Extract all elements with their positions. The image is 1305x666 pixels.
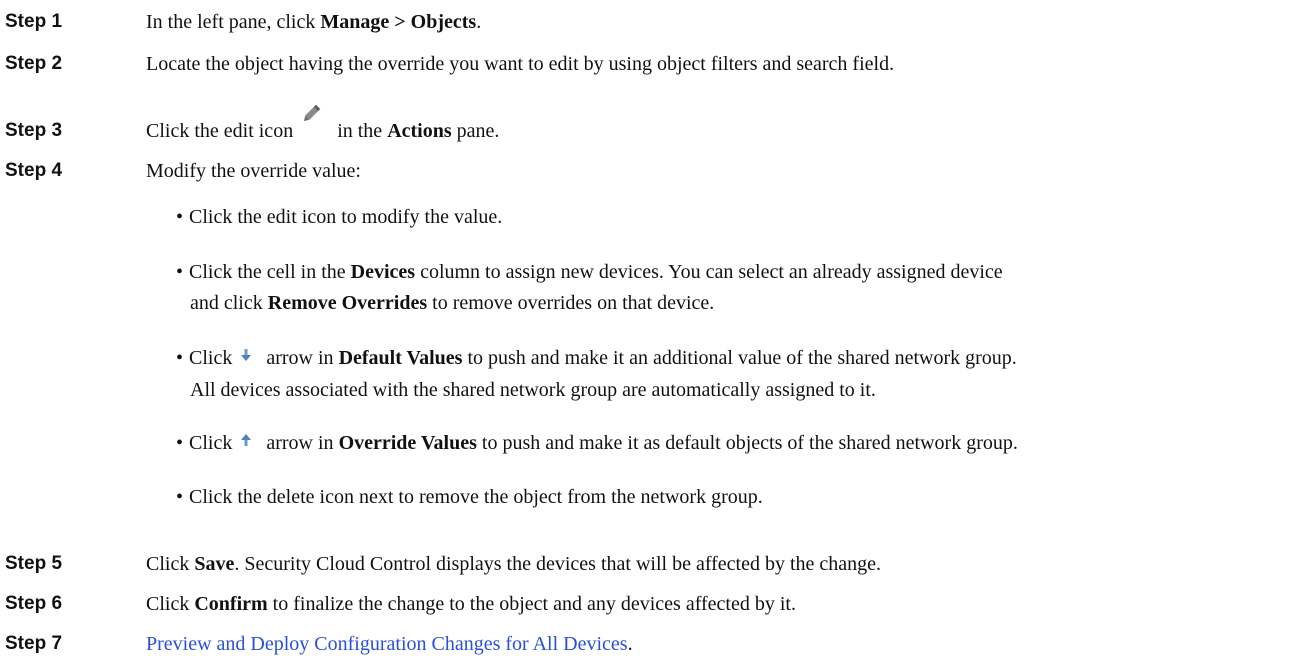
pencil-edit-icon xyxy=(300,103,322,133)
override-values-label: Override Values xyxy=(338,432,477,454)
arrow-down-icon xyxy=(239,340,253,373)
remove-overrides-label: Remove Overrides xyxy=(267,292,428,314)
step-3-text: Click the edit icon in the Actions pane. xyxy=(146,105,500,147)
step-1-label: Step 1 xyxy=(5,11,63,32)
bullet-2-text-c: and click xyxy=(190,292,268,314)
bullet-4-text-a: Click xyxy=(189,432,238,454)
step-4-text: Modify the override value: xyxy=(146,160,361,182)
bullet-2-text-a: Click the cell in the xyxy=(189,261,351,283)
bullet-3-text-c: to push and make it an additional value … xyxy=(462,347,1017,369)
bullet-5-text: Click the delete icon next to remove the… xyxy=(189,486,763,508)
bullet-push-default: • Click arrow in Default Values to push a… xyxy=(176,342,1017,376)
step-5-text-b: . Security Cloud Control displays the de… xyxy=(234,553,882,575)
step-1-text-a: In the left pane, click xyxy=(146,11,321,33)
bullet-1-text: Click the edit icon to modify the value. xyxy=(189,206,503,228)
actions-pane-label: Actions xyxy=(387,120,452,142)
step-3-text-a: Click the edit icon xyxy=(146,120,299,142)
step-2-label: Step 2 xyxy=(5,53,63,74)
step-6-label: Step 6 xyxy=(5,593,63,614)
default-values-label: Default Values xyxy=(338,347,463,369)
step-1-text-b: . xyxy=(476,11,482,33)
bullet-dot: • xyxy=(176,432,184,454)
step-3-text-b: in the xyxy=(332,120,388,142)
manage-objects-menu-path: Manage > Objects xyxy=(320,11,477,33)
step-5-text: Click Save. Security Cloud Control displ… xyxy=(146,550,881,578)
bullet-edit-value: • Click the edit icon to modify the value… xyxy=(176,201,502,234)
step-7-label: Step 7 xyxy=(5,633,63,654)
bullet-dot: • xyxy=(176,261,184,283)
step-3-text-c: pane. xyxy=(451,120,500,142)
step-6-text-b: to finalize the change to the object and… xyxy=(267,593,796,615)
confirm-label: Confirm xyxy=(194,593,268,615)
bullet-push-override: • Click arrow in Override Values to push … xyxy=(176,427,1018,461)
step-5-text-a: Click xyxy=(146,553,195,575)
preview-deploy-link[interactable]: Preview and Deploy Configuration Changes… xyxy=(146,633,628,655)
step-2-text: Locate the object having the override yo… xyxy=(146,53,895,75)
bullet-4-text-c: to push and make it as default objects o… xyxy=(476,432,1018,454)
bullet-dot: • xyxy=(176,486,184,508)
step-5-label: Step 5 xyxy=(5,553,63,574)
bullet-dot: • xyxy=(176,347,184,369)
step-3-label: Step 3 xyxy=(5,120,63,141)
bullet-2-text-d: to remove overrides on that device. xyxy=(427,292,715,314)
arrow-up-icon xyxy=(239,425,253,458)
bullet-dot: • xyxy=(176,206,184,228)
bullet-3-text-a: Click xyxy=(189,347,238,369)
bullet-4-text-b: arrow in xyxy=(261,432,339,454)
devices-column-label: Devices xyxy=(350,261,416,283)
bullet-2-text-b: column to assign new devices. You can se… xyxy=(415,261,1003,283)
step-1-text: In the left pane, click Manage > Objects… xyxy=(146,8,481,36)
step-4-label: Step 4 xyxy=(5,160,63,181)
step-6-text-a: Click xyxy=(146,593,195,615)
save-label: Save xyxy=(194,553,235,575)
bullet-2-continuation: and click Remove Overrides to remove ove… xyxy=(190,289,714,317)
step-7-text: Preview and Deploy Configuration Changes… xyxy=(146,630,633,658)
bullet-delete-object: • Click the delete icon next to remove th… xyxy=(176,481,763,514)
bullet-3-continuation: All devices associated with the shared n… xyxy=(190,379,876,401)
step-6-text: Click Confirm to finalize the change to … xyxy=(146,590,796,618)
bullet-assign-devices: • Click the cell in the Devices column to… xyxy=(176,256,1003,289)
step-7-text-b: . xyxy=(627,633,633,655)
bullet-3-text-b: arrow in xyxy=(261,347,339,369)
